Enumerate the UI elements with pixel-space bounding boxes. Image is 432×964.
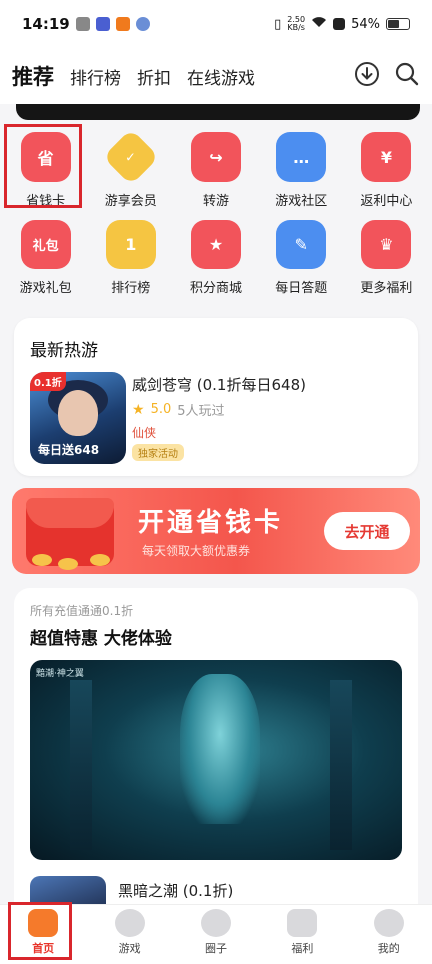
promo-card: 所有充值通通0.1折 超值特惠 大佬体验 黯潮·神之翼 黑暗之潮 (0.1折) bbox=[14, 588, 418, 908]
taobao-icon bbox=[115, 17, 130, 31]
tab-online-games[interactable]: 在线游戏 bbox=[187, 64, 255, 89]
ranking-icon: 1 bbox=[105, 220, 156, 269]
highlight-box-home bbox=[8, 902, 72, 960]
entry-gift-pack[interactable]: 礼包 游戏礼包 bbox=[3, 216, 88, 296]
entry-label: 更多福利 bbox=[360, 281, 413, 296]
header-icons bbox=[354, 61, 420, 91]
entry-label: 游戏社区 bbox=[275, 194, 328, 209]
promo-small-text: 所有充值通通0.1折 bbox=[30, 604, 134, 618]
games-icon bbox=[114, 909, 145, 937]
nav-label: 圈子 bbox=[204, 942, 227, 955]
net-speed: 2.50 KB/s bbox=[287, 16, 305, 32]
nav-profile[interactable]: 我的 bbox=[359, 909, 419, 956]
download-icon[interactable] bbox=[354, 61, 380, 91]
tab-recommend[interactable]: 推荐 bbox=[12, 61, 54, 91]
gift-pack-icon: 礼包 bbox=[20, 220, 71, 269]
game-thumbnail[interactable]: 0.1折 每日送648 bbox=[30, 372, 126, 464]
entry-ranking[interactable]: 1 排行榜 bbox=[88, 216, 173, 296]
status-time: 14:19 bbox=[22, 15, 70, 33]
entry-label: 转游 bbox=[203, 194, 230, 209]
app-notification-icon bbox=[75, 17, 90, 31]
savings-card-title: 开通省钱卡 bbox=[138, 508, 284, 538]
thumb-face bbox=[58, 390, 98, 436]
message-icon bbox=[95, 17, 110, 31]
nav-circle[interactable]: 圈子 bbox=[186, 909, 246, 956]
open-savings-card-button[interactable]: 去开通 bbox=[324, 512, 410, 550]
entry-daily-quiz[interactable]: ✎ 每日答题 bbox=[259, 216, 344, 296]
promo-title: 超值特惠 大佬体验 bbox=[30, 629, 172, 649]
top-nav: 推荐 排行榜 折扣 在线游戏 bbox=[0, 48, 432, 104]
entry-label: 积分商城 bbox=[190, 281, 243, 296]
pillar-left bbox=[70, 680, 92, 850]
next-game-name[interactable]: 黑暗之潮 (0.1折) bbox=[118, 880, 233, 901]
points-mall-icon: ★ bbox=[191, 220, 241, 269]
entry-label: 游享会员 bbox=[104, 194, 157, 209]
entry-label: 每日答题 bbox=[275, 281, 328, 296]
nav-label: 我的 bbox=[377, 942, 400, 955]
discount-badge: 0.1折 bbox=[30, 372, 66, 391]
benefits-icon bbox=[287, 909, 318, 937]
entry-transfer-game[interactable]: ↪ 转游 bbox=[173, 128, 258, 216]
wifi-icon bbox=[311, 16, 327, 32]
game-genre: 仙侠 bbox=[132, 426, 157, 440]
tab-ranking[interactable]: 排行榜 bbox=[70, 64, 121, 89]
game-name[interactable]: 威剑苍穹 (0.1折每日648) bbox=[132, 374, 306, 395]
game-tag: 独家活动 bbox=[132, 444, 184, 461]
entry-label: 排行榜 bbox=[111, 281, 151, 296]
search-icon[interactable] bbox=[394, 61, 420, 91]
circle-icon bbox=[200, 909, 231, 937]
community-icon: … bbox=[276, 132, 327, 182]
hot-games-card: 最新热游 0.1折 每日送648 威剑苍穹 (0.1折每日648) ★ 5.0 … bbox=[14, 318, 418, 476]
promo-image-caption: 黯潮·神之翼 bbox=[36, 669, 84, 679]
nav-label: 福利 bbox=[291, 942, 314, 955]
entry-more-benefits[interactable]: ♛ 更多福利 bbox=[344, 216, 429, 296]
star-icon: ★ bbox=[132, 401, 145, 418]
net-speed-unit: KB/s bbox=[287, 23, 305, 32]
statue-figure bbox=[180, 674, 260, 824]
vibrate-icon: ▯ bbox=[274, 16, 282, 32]
sim-off-icon bbox=[333, 18, 346, 30]
entry-rebate-center[interactable]: ¥ 返利中心 bbox=[344, 128, 429, 216]
hot-games-title: 最新热游 bbox=[30, 341, 98, 361]
thumb-promo-text: 每日送648 bbox=[38, 443, 100, 457]
nav-label: 游戏 bbox=[118, 942, 141, 955]
rating-value: 5.0 bbox=[150, 402, 172, 417]
quick-entry-row-2: 礼包 游戏礼包 1 排行榜 ★ 积分商城 ✎ 每日答题 ♛ 更多福利 bbox=[0, 216, 432, 296]
pillar-right bbox=[330, 680, 352, 850]
daily-quiz-icon: ✎ bbox=[276, 220, 327, 269]
red-envelope-flap bbox=[26, 498, 114, 528]
vip-member-glyph: ✓ bbox=[125, 149, 137, 165]
game-rating: ★ 5.0 5人玩过 bbox=[132, 400, 225, 420]
entry-label: 返利中心 bbox=[360, 194, 413, 209]
savings-card-subtitle: 每天领取大额优惠券 bbox=[142, 544, 251, 558]
entry-vip-member[interactable]: ✓ 游享会员 bbox=[88, 128, 173, 216]
coin-icon bbox=[58, 558, 78, 570]
players-count: 5人玩过 bbox=[177, 404, 225, 419]
profile-icon bbox=[373, 909, 404, 937]
more-benefits-icon: ♛ bbox=[361, 220, 412, 269]
nav-benefits[interactable]: 福利 bbox=[272, 909, 332, 956]
entry-community[interactable]: … 游戏社区 bbox=[259, 128, 344, 216]
highlight-box-savings-card bbox=[4, 124, 82, 208]
tab-discount[interactable]: 折扣 bbox=[137, 64, 171, 89]
promo-image[interactable]: 黯潮·神之翼 bbox=[30, 660, 402, 860]
transfer-game-icon: ↪ bbox=[191, 132, 241, 182]
savings-card-banner[interactable]: 开通省钱卡 每天领取大额优惠券 去开通 bbox=[12, 488, 420, 574]
status-left: 14:19 bbox=[22, 15, 150, 33]
battery-icon bbox=[386, 18, 410, 30]
top-banner-edge[interactable] bbox=[16, 104, 420, 120]
status-right: ▯ 2.50 KB/s 54% bbox=[274, 16, 410, 32]
status-bar: 14:19 ▯ 2.50 KB/s 54% bbox=[0, 0, 432, 48]
coin-icon bbox=[90, 554, 110, 566]
entry-label: 游戏礼包 bbox=[19, 281, 72, 296]
battery-text: 54% bbox=[351, 16, 380, 32]
coin-icon bbox=[32, 554, 52, 566]
app-screen: 14:19 ▯ 2.50 KB/s 54% 推荐 排行榜 折扣 在线游戏 省 省… bbox=[0, 0, 432, 964]
entry-points-mall[interactable]: ★ 积分商城 bbox=[173, 216, 258, 296]
rebate-center-icon: ¥ bbox=[361, 132, 412, 182]
nav-games[interactable]: 游戏 bbox=[100, 909, 160, 956]
vip-member-icon: ✓ bbox=[102, 128, 160, 186]
app-icon bbox=[135, 17, 150, 31]
